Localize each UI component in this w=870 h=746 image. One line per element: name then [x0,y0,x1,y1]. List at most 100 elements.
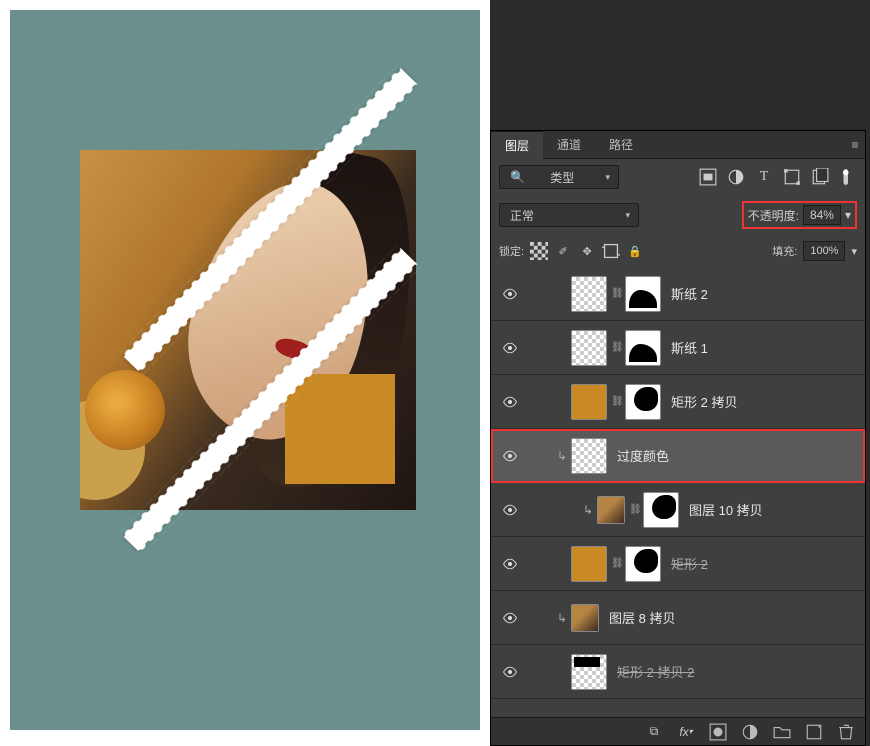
thumb-group: ⛓ [597,492,679,528]
layer-row[interactable]: ↳ ⛓ 图层 10 拷贝 [491,483,865,537]
filter-select[interactable]: 🔍 类型 ▾ [499,165,619,189]
clip-indicator-icon: ↳ [583,503,593,517]
fill-value-input[interactable]: 100% [803,241,845,261]
layer-name[interactable]: 斯纸 1 [671,338,708,357]
layer-row[interactable]: ⛓ 斯纸 1 [491,321,865,375]
layer-name[interactable]: 矩形 2 [671,554,708,573]
document-canvas[interactable] [10,10,480,730]
thumb-group [571,654,607,690]
layer-name[interactable]: 矩形 2 拷贝 [671,392,737,411]
tab-channels[interactable]: 通道 [543,131,595,159]
lock-move-icon[interactable]: ✥ [578,242,596,260]
fill-label: 填充: [772,243,797,259]
visibility-toggle[interactable] [497,556,523,572]
panel-tabs: 图层 通道 路径 ≡ [491,131,865,159]
indent: ↳ [523,449,571,463]
lock-trans-icon[interactable] [530,242,548,260]
indent: ↳ [523,611,571,625]
fill-value: 100% [810,245,838,257]
filter-smart-icon[interactable] [811,168,829,186]
layer-thumb[interactable] [571,438,607,474]
new-group-icon[interactable] [773,723,791,741]
layer-row[interactable]: ↳ 图层 8 拷贝 [491,591,865,645]
add-adjust-icon[interactable] [741,723,759,741]
tab-layers[interactable]: 图层 [491,131,543,159]
link-layers-icon[interactable]: ⧉ [645,723,663,741]
thumb-group: ⛓ [571,276,661,312]
filter-adjust-icon[interactable] [727,168,745,186]
chevron-down-icon[interactable]: ▾ [845,208,851,222]
blend-mode-select[interactable]: 正常 ▾ [499,203,639,227]
layer-mask-thumb[interactable] [625,384,661,420]
fx-icon[interactable]: fx▾ [677,723,695,741]
layer-name[interactable]: 图层 10 拷贝 [689,500,763,519]
lock-artboard-icon[interactable] [602,242,620,260]
filter-pixel-icon[interactable] [699,168,717,186]
clip-indicator-icon: ↳ [557,449,567,463]
chevron-down-icon[interactable]: ▾ [851,245,857,258]
opacity-label: 不透明度: [748,207,799,224]
thumb-group [571,438,607,474]
chevron-down-icon: ▾ [625,210,630,221]
layer-mask-thumb[interactable] [643,492,679,528]
layer-thumb[interactable] [571,276,607,312]
layer-row[interactable]: ⛓ 矩形 2 [491,537,865,591]
layer-row[interactable]: ⛓ 矩形 2 拷贝 [491,375,865,429]
new-layer-icon[interactable] [805,723,823,741]
layers-bottom-toolbar: ⧉ fx▾ [491,717,865,745]
layer-name[interactable]: 斯纸 2 [671,284,708,303]
filter-toggle-icon[interactable] [839,168,857,186]
search-icon: 🔍 [510,170,525,184]
layer-mask-thumb[interactable] [625,546,661,582]
layer-name[interactable]: 图层 8 拷贝 [609,608,675,627]
visibility-toggle[interactable] [497,664,523,680]
layer-mask-thumb[interactable] [625,330,661,366]
filter-shape-icon[interactable] [783,168,801,186]
opacity-value-input[interactable]: 84% [803,205,841,225]
layer-thumb[interactable] [571,654,607,690]
opacity-control-highlighted: 不透明度: 84% ▾ [742,201,857,229]
link-icon[interactable]: ⛓ [611,342,621,353]
layer-thumb[interactable] [571,604,599,632]
opacity-value: 84% [810,208,834,222]
tab-paths[interactable]: 路径 [595,131,647,159]
layer-row[interactable]: ⛓ 斯纸 2 [491,267,865,321]
layer-mask-thumb[interactable] [625,276,661,312]
layer-row[interactable]: ↳ 过度颜色 [491,429,865,483]
indent: ↳ [523,503,597,517]
delete-layer-icon[interactable] [837,723,855,741]
layer-thumb[interactable] [571,546,607,582]
filter-type-icon[interactable]: T [755,168,773,186]
visibility-toggle[interactable] [497,340,523,356]
layer-thumb[interactable] [597,496,625,524]
layer-name[interactable]: 矩形 2 拷贝 2 [617,662,694,681]
link-icon[interactable]: ⛓ [611,558,621,569]
visibility-toggle[interactable] [497,394,523,410]
clip-indicator-icon: ↳ [557,611,567,625]
blend-mode-value: 正常 [510,207,534,224]
link-icon[interactable]: ⛓ [611,288,621,299]
lock-label: 锁定: [499,243,524,259]
visibility-toggle[interactable] [497,286,523,302]
layer-thumb[interactable] [571,330,607,366]
lock-paint-icon[interactable]: ✐ [554,242,572,260]
lock-all-icon[interactable]: 🔒 [626,242,644,260]
layer-name[interactable]: 过度颜色 [617,446,669,465]
layer-row[interactable]: 矩形 2 拷贝 2 [491,645,865,699]
link-icon[interactable]: ⛓ [629,504,639,515]
panel-menu-icon[interactable]: ≡ [845,136,865,154]
thumb-group: ⛓ [571,546,661,582]
layers-list: ⛓ 斯纸 2 ⛓ 斯纸 1 ⛓ 矩形 2 拷贝 ↳ 过度颜色 ↳ ⛓ 图层 10 拷贝 ⛓ 矩形 2 ↳ 图… [491,267,865,717]
filter-label: 类型 [550,169,574,186]
add-mask-icon[interactable] [709,723,727,741]
thumb-group: ⛓ [571,330,661,366]
layer-thumb[interactable] [571,384,607,420]
visibility-toggle[interactable] [497,502,523,518]
visibility-toggle[interactable] [497,448,523,464]
canvas-area [0,0,490,746]
rect-corner [285,374,395,484]
chevron-down-icon: ▾ [605,172,610,183]
thumb-group: ⛓ [571,384,661,420]
link-icon[interactable]: ⛓ [611,396,621,407]
visibility-toggle[interactable] [497,610,523,626]
